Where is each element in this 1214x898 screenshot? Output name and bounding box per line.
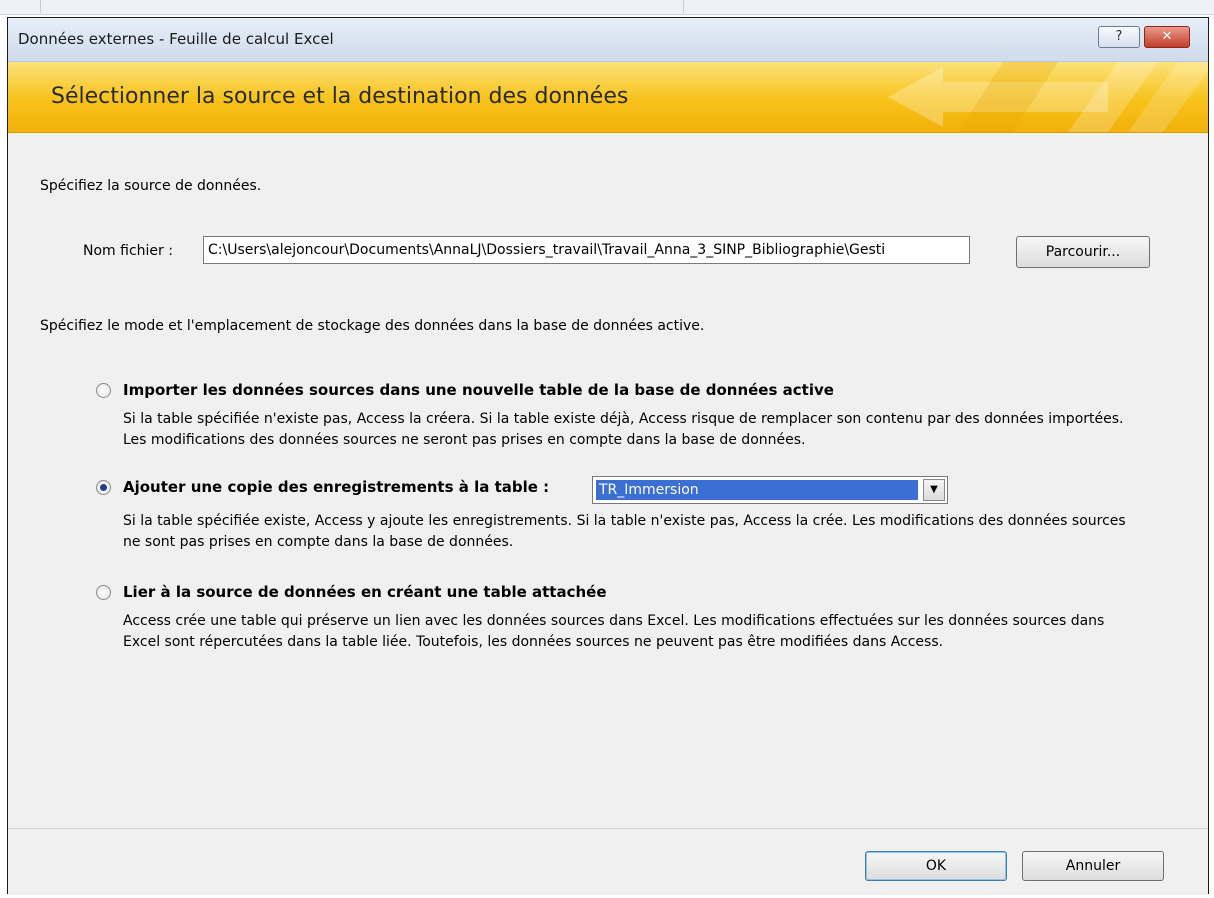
ok-button[interactable]: OK: [865, 851, 1007, 881]
close-button[interactable]: ✕: [1144, 26, 1190, 48]
cancel-button[interactable]: Annuler: [1022, 851, 1164, 881]
background-tab: [683, 0, 874, 13]
window-title: Données externes - Feuille de calcul Exc…: [18, 30, 334, 48]
import-dialog: Données externes - Feuille de calcul Exc…: [7, 17, 1209, 895]
radio-import-new-table[interactable]: [96, 383, 111, 398]
banner-title: Sélectionner la source et la destination…: [51, 84, 629, 109]
file-path-input[interactable]: C:\Users\alejoncour\Documents\AnnaLJ\Dos…: [203, 236, 970, 264]
option-append-description: Si la table spécifiée existe, Access y a…: [123, 513, 1126, 550]
mode-instruction: Spécifiez le mode et l'emplacement de st…: [40, 318, 705, 334]
background-window-strip: [0, 0, 1214, 15]
radio-link-table[interactable]: [96, 585, 111, 600]
option-append-title[interactable]: Ajouter une copie des enregistrements à …: [123, 478, 549, 496]
source-instruction: Spécifiez la source de données.: [40, 178, 262, 194]
header-banner: Sélectionner la source et la destination…: [8, 62, 1208, 133]
dialog-footer: OK Annuler: [8, 828, 1208, 895]
option-link-description: Access crée une table qui préserve un li…: [123, 613, 1105, 650]
dialog-content: Spécifiez la source de données. Nom fich…: [8, 133, 1208, 828]
option-import-title[interactable]: Importer les données sources dans une no…: [123, 381, 834, 399]
radio-append-to-table[interactable]: [96, 480, 111, 495]
target-table-value: TR_Immersion: [596, 480, 918, 500]
option-import-description: Si la table spécifiée n'existe pas, Acce…: [123, 411, 1124, 448]
chevron-down-icon[interactable]: ▼: [923, 479, 945, 501]
file-name-label: Nom fichier :: [83, 243, 173, 259]
option-link-title[interactable]: Lier à la source de données en créant un…: [123, 583, 607, 601]
help-button[interactable]: ?: [1098, 26, 1140, 48]
browse-button[interactable]: Parcourir...: [1016, 236, 1150, 268]
background-tab: [40, 0, 161, 13]
target-table-combobox[interactable]: TR_Immersion ▼: [592, 476, 948, 504]
title-bar[interactable]: Données externes - Feuille de calcul Exc…: [8, 18, 1208, 62]
